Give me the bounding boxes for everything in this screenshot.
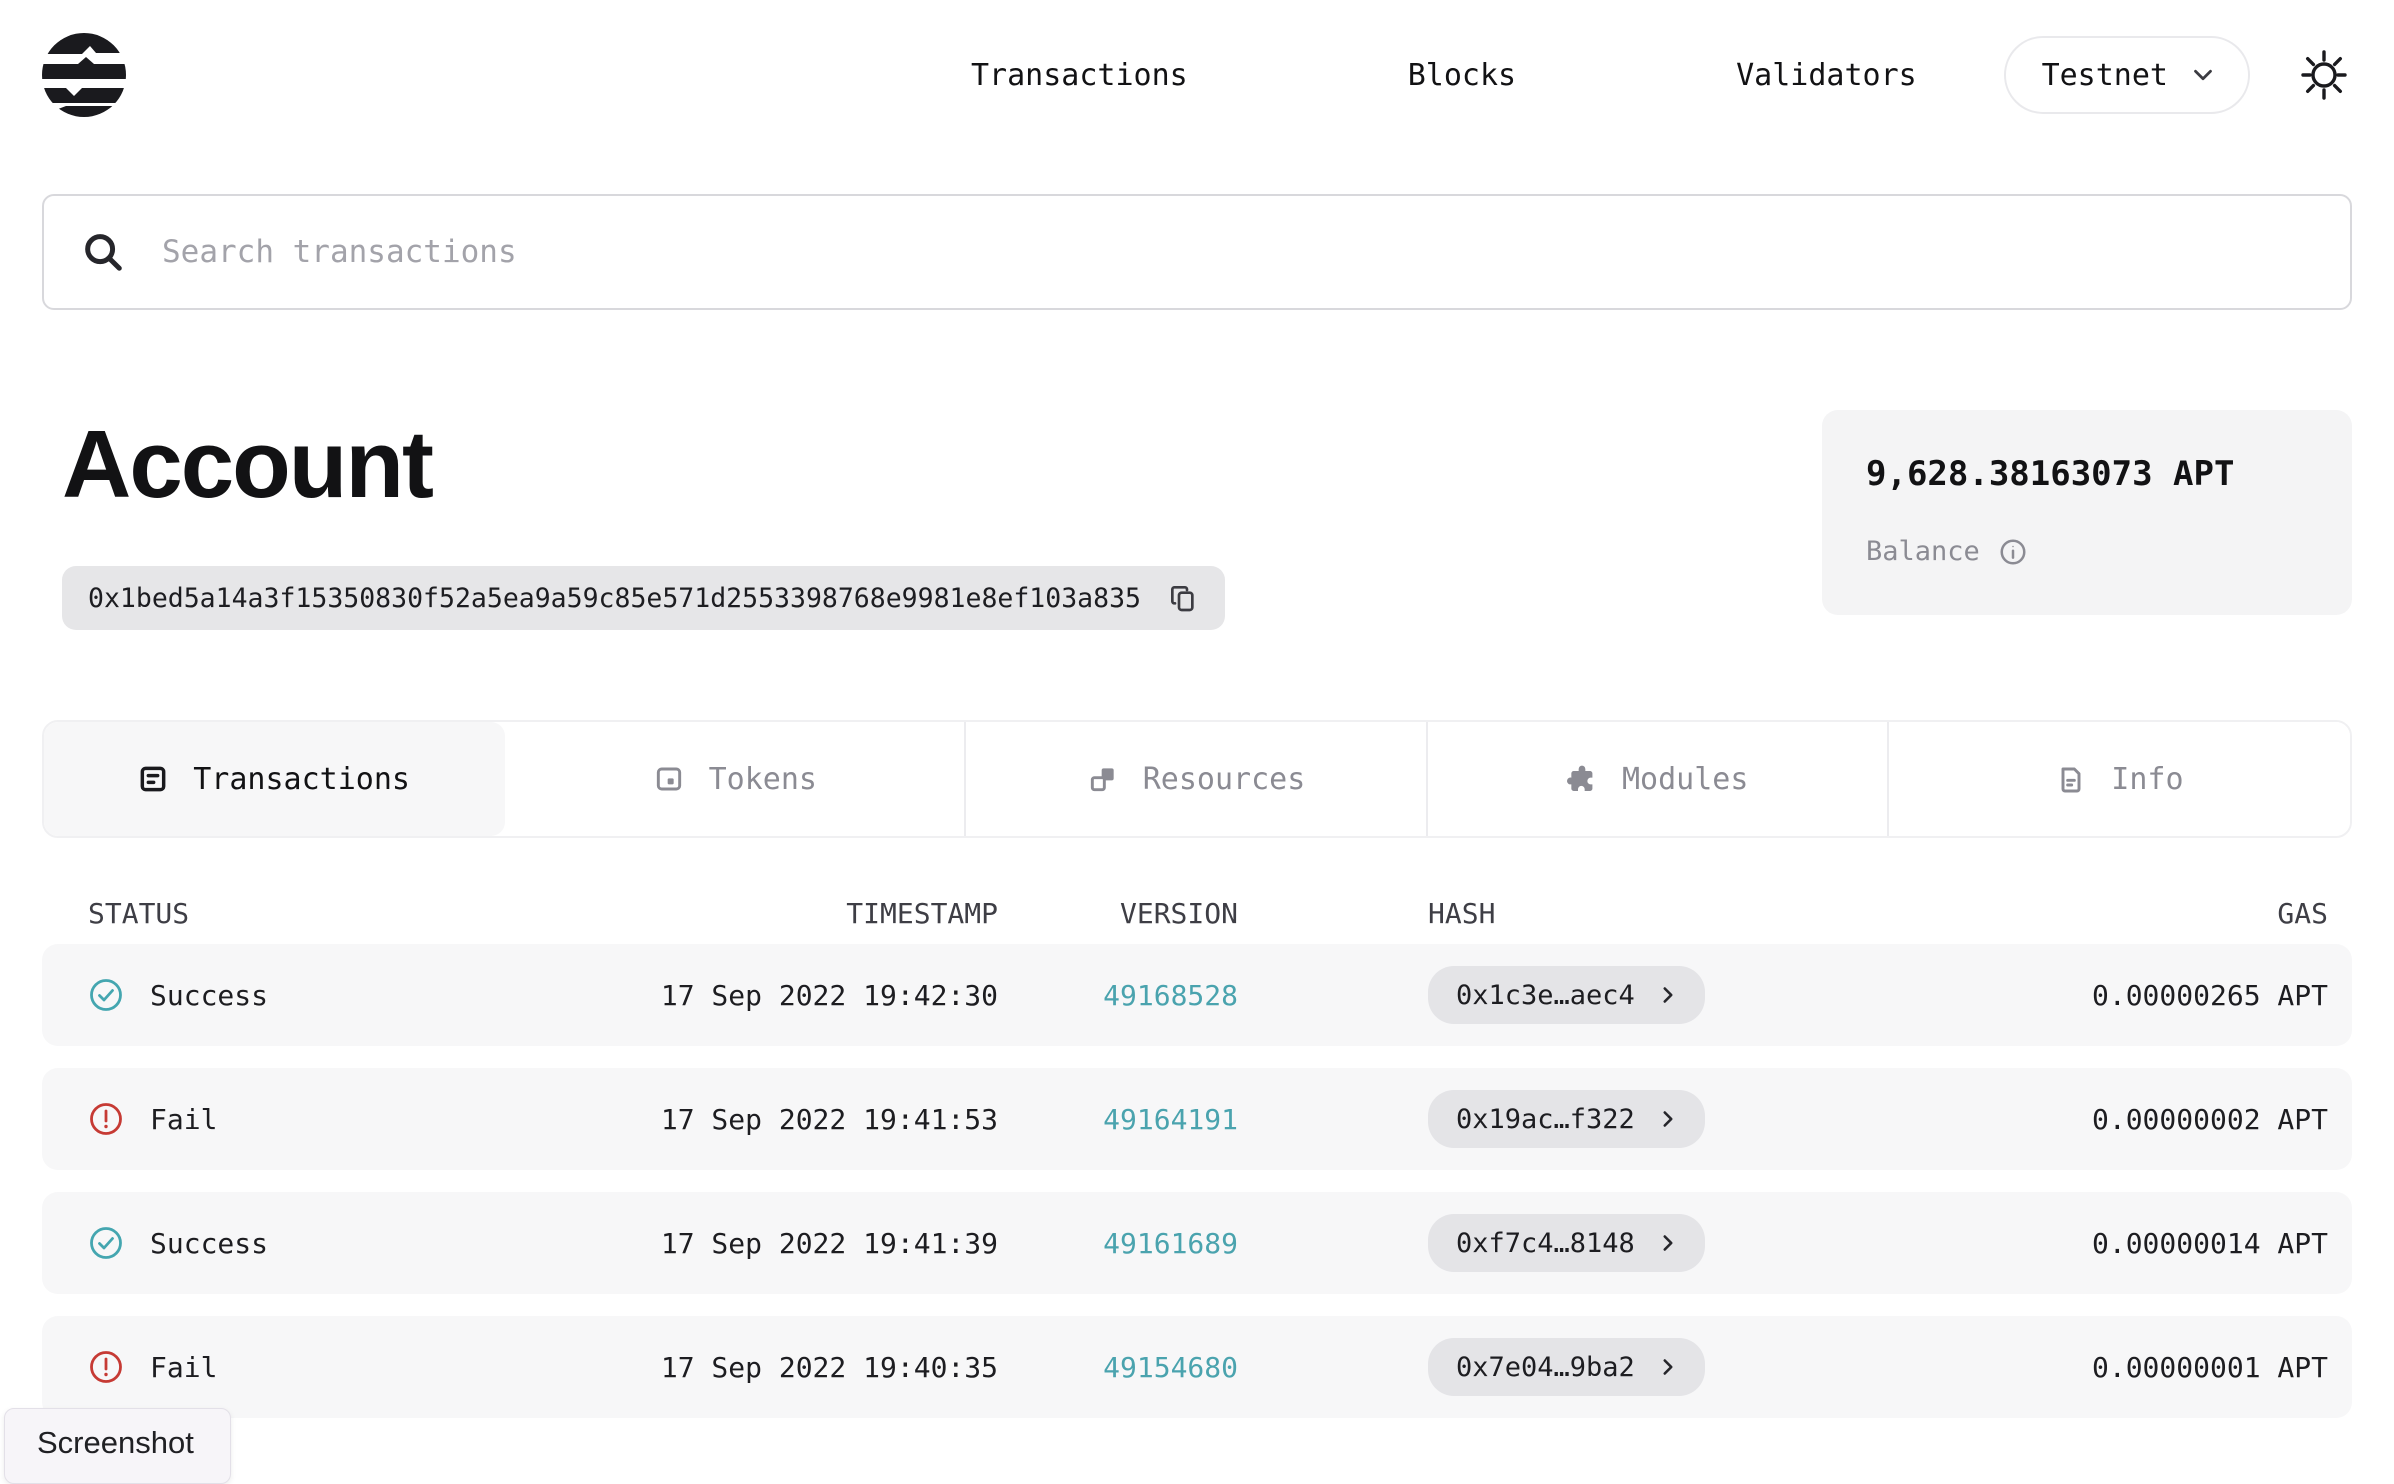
tab-tokens-label: Tokens — [708, 761, 817, 797]
hash-chip[interactable]: 0x7e04…9ba2 — [1428, 1338, 1705, 1396]
hash-label: 0x1c3e…aec4 — [1456, 979, 1635, 1011]
copy-icon[interactable] — [1167, 582, 1199, 614]
main-nav: Transactions Blocks Validators — [971, 58, 1917, 93]
info-icon[interactable] — [1998, 537, 2028, 567]
tab-transactions-label: Transactions — [193, 761, 410, 797]
table-row[interactable]: Success 17 Sep 2022 19:42:30 49168528 0x… — [42, 944, 2352, 1046]
success-icon — [88, 977, 124, 1013]
status-label: Success — [150, 978, 269, 1012]
tokens-icon — [653, 763, 685, 795]
chevron-right-icon — [1655, 982, 1681, 1008]
col-header-gas: GAS — [2277, 896, 2328, 930]
transactions-icon — [137, 763, 169, 795]
tab-info[interactable]: Info — [1888, 722, 2350, 836]
version-link[interactable]: 49164191 — [1103, 1103, 1238, 1136]
nav-blocks[interactable]: Blocks — [1408, 58, 1516, 93]
col-header-version: VERSION — [1119, 896, 1238, 930]
success-icon — [88, 1225, 124, 1261]
balance-label: Balance — [1866, 536, 1980, 567]
network-selector-label: Testnet — [2041, 57, 2168, 93]
timestamp: 17 Sep 2022 19:41:39 — [660, 1226, 998, 1260]
page-title: Account — [62, 411, 434, 518]
balance-amount: 9,628.38163073 APT — [1866, 454, 2235, 494]
col-header-status: STATUS — [88, 896, 190, 930]
screenshot-tooltip: Screenshot — [4, 1408, 231, 1484]
hash-chip[interactable]: 0x19ac…f322 — [1428, 1090, 1705, 1148]
gas-value: 0.00000001 APT — [2091, 1350, 2328, 1384]
version-link[interactable]: 49168528 — [1103, 979, 1238, 1012]
tab-modules-label: Modules — [1621, 761, 1749, 797]
modules-icon — [1566, 763, 1598, 795]
error-icon — [88, 1349, 124, 1385]
transactions-table: STATUS TIMESTAMP VERSION HASH GAS Succes… — [42, 882, 2352, 1418]
account-section: Account 0x1bed5a14a3f15350830f52a5ea9a59… — [42, 410, 2352, 630]
table-row[interactable]: Fail 17 Sep 2022 19:41:53 49164191 0x19a… — [42, 1068, 2352, 1170]
nav-validators[interactable]: Validators — [1736, 58, 1917, 93]
gas-value: 0.00000002 APT — [2091, 1102, 2328, 1136]
top-nav-bar: Transactions Blocks Validators Testnet — [42, 0, 2352, 118]
aptos-logo-icon[interactable] — [42, 33, 126, 117]
account-address: 0x1bed5a14a3f15350830f52a5ea9a59c85e571d… — [88, 582, 1141, 614]
chevron-right-icon — [1655, 1106, 1681, 1132]
col-header-timestamp: TIMESTAMP — [846, 896, 998, 930]
info-document-icon — [2055, 763, 2087, 795]
tab-info-label: Info — [2111, 761, 2184, 797]
balance-card: 9,628.38163073 APT Balance — [1822, 410, 2352, 615]
resources-icon — [1087, 763, 1119, 795]
search-bar — [42, 194, 2352, 310]
search-icon — [80, 229, 126, 275]
network-selector[interactable]: Testnet — [2003, 36, 2250, 114]
chevron-right-icon — [1655, 1230, 1681, 1256]
account-tabs: Transactions Tokens Resources Modules In… — [42, 720, 2352, 838]
table-header-row: STATUS TIMESTAMP VERSION HASH GAS — [42, 882, 2352, 944]
status-label: Fail — [150, 1102, 218, 1136]
version-link[interactable]: 49161689 — [1103, 1227, 1238, 1260]
account-left: Account 0x1bed5a14a3f15350830f52a5ea9a59… — [42, 410, 1822, 630]
search-input[interactable] — [162, 234, 2314, 270]
status-label: Success — [150, 1226, 269, 1260]
version-link[interactable]: 49154680 — [1103, 1351, 1238, 1384]
header-right-group: Testnet — [2003, 36, 2352, 114]
nav-transactions[interactable]: Transactions — [971, 58, 1188, 93]
hash-label: 0x7e04…9ba2 — [1456, 1351, 1635, 1383]
chevron-down-icon — [2188, 60, 2218, 90]
timestamp: 17 Sep 2022 19:42:30 — [660, 978, 998, 1012]
hash-label: 0x19ac…f322 — [1456, 1103, 1635, 1135]
hash-chip[interactable]: 0xf7c4…8148 — [1428, 1214, 1705, 1272]
status-label: Fail — [150, 1350, 218, 1384]
table-row[interactable]: Fail 17 Sep 2022 19:40:35 49154680 0x7e0… — [42, 1316, 2352, 1418]
gas-value: 0.00000265 APT — [2091, 978, 2328, 1012]
tab-tokens[interactable]: Tokens — [505, 722, 967, 836]
hash-chip[interactable]: 0x1c3e…aec4 — [1428, 966, 1705, 1024]
account-address-chip[interactable]: 0x1bed5a14a3f15350830f52a5ea9a59c85e571d… — [62, 566, 1225, 630]
tab-resources-label: Resources — [1142, 761, 1306, 797]
tab-transactions[interactable]: Transactions — [44, 722, 506, 836]
sun-icon — [2296, 47, 2352, 103]
explorer-page: Transactions Blocks Validators Testnet S… — [0, 0, 2394, 1418]
tab-modules[interactable]: Modules — [1427, 722, 1889, 836]
theme-toggle-button[interactable] — [2296, 47, 2352, 103]
col-header-hash: HASH — [1428, 896, 1496, 930]
hash-label: 0xf7c4…8148 — [1456, 1227, 1635, 1259]
gas-value: 0.00000014 APT — [2091, 1226, 2328, 1260]
error-icon — [88, 1101, 124, 1137]
timestamp: 17 Sep 2022 19:40:35 — [660, 1350, 998, 1384]
tab-resources[interactable]: Resources — [966, 722, 1428, 836]
chevron-right-icon — [1655, 1354, 1681, 1380]
timestamp: 17 Sep 2022 19:41:53 — [660, 1102, 998, 1136]
table-row[interactable]: Success 17 Sep 2022 19:41:39 49161689 0x… — [42, 1192, 2352, 1294]
